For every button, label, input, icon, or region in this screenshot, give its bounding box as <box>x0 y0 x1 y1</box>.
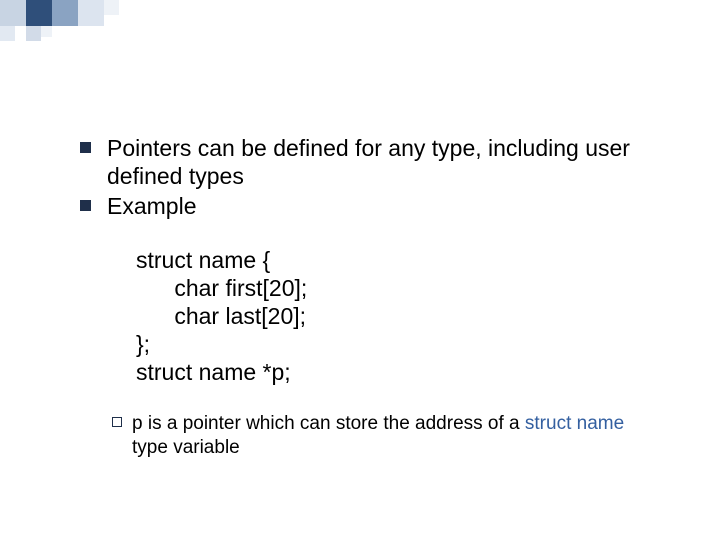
square-bullet-icon <box>80 142 91 153</box>
bullet-text: Pointers can be defined for any type, in… <box>107 134 660 190</box>
code-line: }; <box>136 331 150 357</box>
slide: Pointers can be defined for any type, in… <box>0 0 720 540</box>
code-block: struct name { char first[20]; char last[… <box>136 246 660 386</box>
content-area: Pointers can be defined for any type, in… <box>80 134 660 460</box>
square-bullet-icon <box>80 200 91 211</box>
corner-decoration <box>0 0 220 50</box>
code-line: struct name *p; <box>136 359 291 385</box>
hollow-square-bullet-icon <box>112 417 122 427</box>
sub-text-post: type variable <box>132 437 240 458</box>
bullet-item: Example <box>80 192 660 220</box>
bullet-item: Pointers can be defined for any type, in… <box>80 134 660 190</box>
code-line: struct name { <box>136 247 270 273</box>
sub-bullet-text: p is a pointer which can store the addre… <box>132 412 660 460</box>
bullet-text: Example <box>107 192 196 220</box>
code-line: char first[20]; <box>136 275 307 301</box>
code-line: char last[20]; <box>136 303 306 329</box>
sub-bullet-item: p is a pointer which can store the addre… <box>112 412 660 460</box>
sub-text-pre: p is a pointer which can store the addre… <box>132 413 525 434</box>
sub-text-keyword: struct name <box>525 413 624 434</box>
